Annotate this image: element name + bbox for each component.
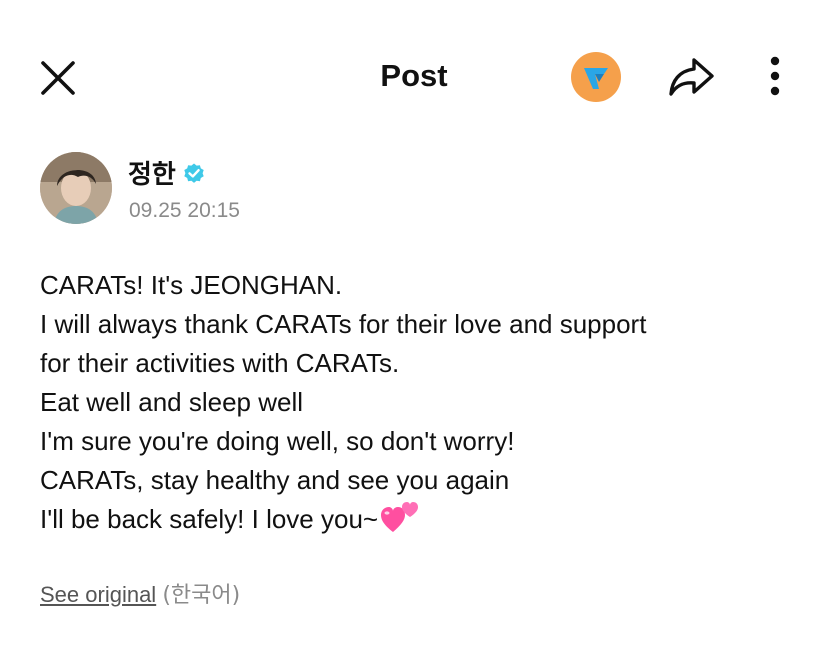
top-bar: Post [0,0,828,150]
more-options-button[interactable] [760,54,790,100]
post-body: CARATs! It's JEONGHAN. I will always tha… [40,266,800,539]
share-arrow-icon [669,58,714,96]
translation-footer: See original (한국어) [40,577,240,609]
post-line-text: I'll be back safely! I love you~ [40,504,379,534]
post-line: CARATs, stay healthy and see you again [40,465,510,495]
post-line: Eat well and sleep well [40,387,304,417]
author-name[interactable]: 정한 [128,154,176,191]
verified-badge-icon [184,163,204,183]
post-timestamp: 09.25 20:15 [129,199,240,222]
post-line: for their activities with CARATs. [40,348,400,378]
share-button[interactable] [666,54,718,100]
post-line: I'm sure you're doing well, so don't wor… [40,426,515,456]
original-language-label: (한국어) [162,583,241,608]
post-line-last: I'll be back safely! I love you~ [40,500,800,539]
two-hearts-icon [381,502,419,532]
post-line: I will always thank CARATs for their lov… [40,309,647,339]
artist-logo-button[interactable] [571,52,621,102]
more-vertical-icon [770,56,780,96]
post-line: CARATs! It's JEONGHAN. [40,270,343,300]
seventeen-logo-icon [584,68,608,89]
profile-photo [40,152,112,224]
see-original-link[interactable]: See original [40,582,156,607]
author-name-row: 정한 [128,154,206,191]
avatar[interactable] [40,152,112,224]
